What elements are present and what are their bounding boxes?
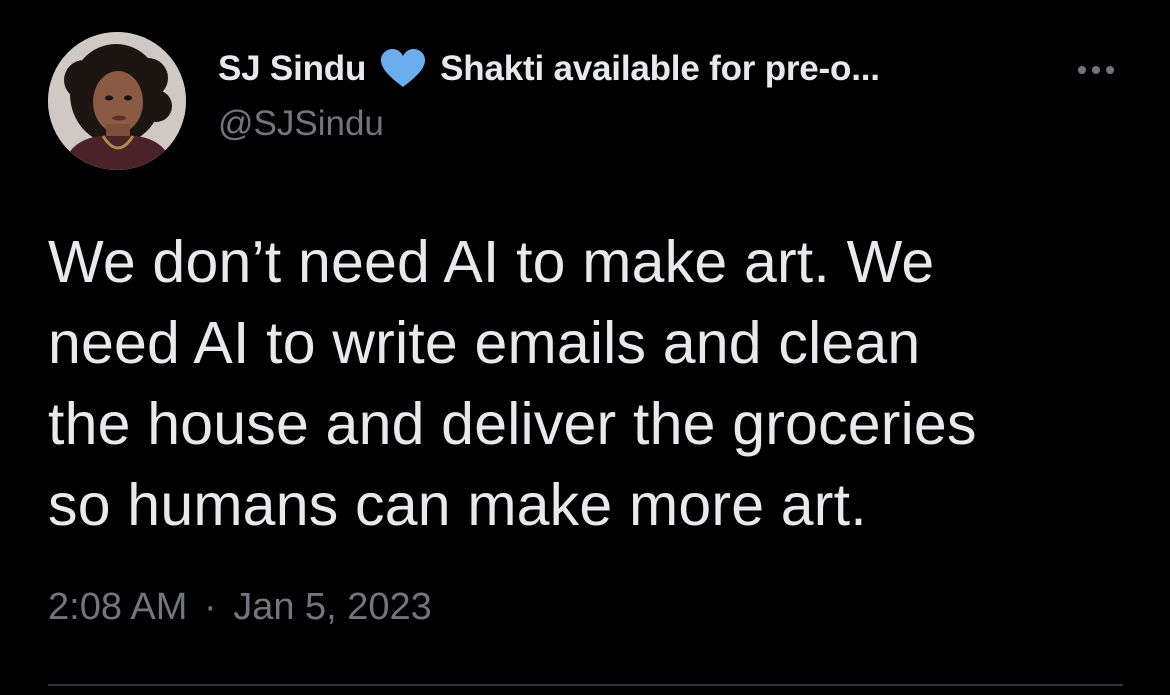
tweet-text-line: so humans can make more art. [48, 472, 867, 538]
author-name[interactable]: SJ Sindu [218, 49, 366, 89]
tweet-text-line: need AI to write emails and clean [48, 310, 921, 376]
avatar[interactable] [48, 32, 186, 170]
author-bio-snippet[interactable]: Shakti available for pre-o... [440, 49, 880, 89]
blue-heart-icon [380, 49, 426, 89]
tweet-text-line: the house and deliver the groceries [48, 391, 977, 457]
author-line: SJ Sindu Shakti available for pre-o... [218, 44, 880, 94]
tweet-date: Jan 5, 2023 [233, 586, 432, 628]
tweet-text: We don’t need AI to make art. We need AI… [48, 222, 1128, 546]
more-options-icon [1075, 66, 1117, 74]
avatar-portrait [48, 32, 186, 170]
divider [48, 684, 1123, 686]
tweet-timestamp[interactable]: 2:08 AM · Jan 5, 2023 [48, 586, 432, 629]
tweet: SJ Sindu Shakti available for pre-o... @… [0, 0, 1170, 695]
tweet-text-line: We don’t need AI to make art. We [48, 229, 935, 295]
tweet-time: 2:08 AM [48, 586, 188, 628]
more-options-button[interactable] [1068, 50, 1124, 90]
meta-separator: · [203, 586, 217, 628]
author-handle[interactable]: @SJSindu [218, 104, 384, 144]
